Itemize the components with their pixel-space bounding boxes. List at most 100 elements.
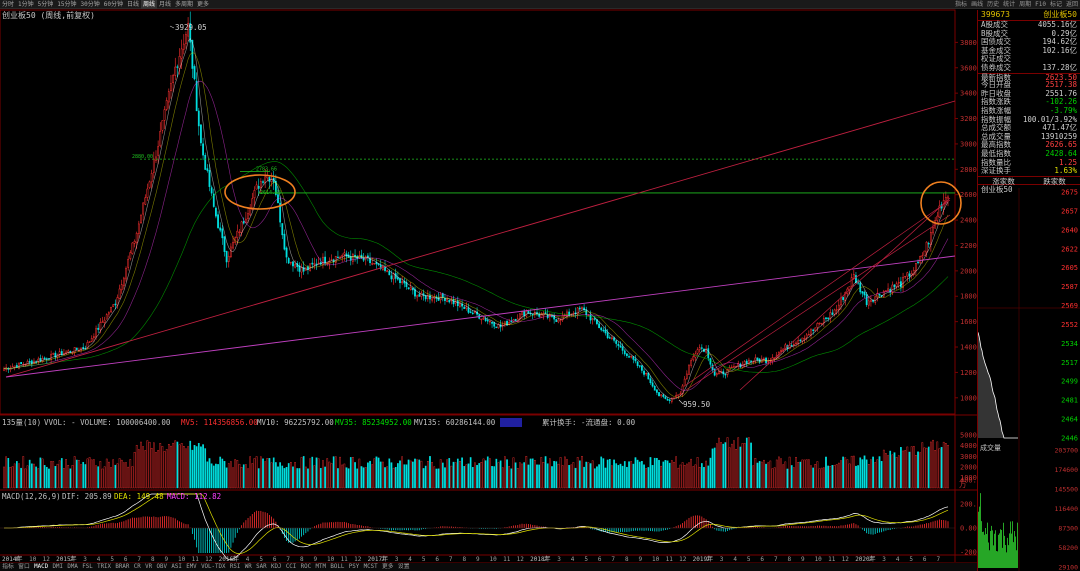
indicator-tab-6[interactable]: TRIX: [95, 563, 113, 571]
candle-body: [219, 227, 222, 231]
indicator-tab-24[interactable]: 更多: [380, 563, 396, 571]
candle-body: [908, 273, 911, 277]
volume-bar: [769, 460, 772, 489]
volume-bar: [5, 456, 7, 489]
candle-body: [125, 268, 127, 280]
candle-body: [927, 243, 930, 245]
toolbar-button-3[interactable]: 统计: [1001, 0, 1017, 9]
candle-body: [471, 312, 474, 315]
volume-bar: [45, 466, 48, 489]
volume-bar: [182, 446, 185, 489]
tab-decliners[interactable]: 跌家数: [1029, 177, 1080, 186]
candle-body: [206, 168, 209, 171]
volume-bar: [647, 467, 650, 489]
y-axis-label: 1600: [960, 318, 977, 326]
volume-bar: [296, 468, 299, 489]
candle-body: [685, 373, 688, 379]
candle-body: [718, 371, 720, 374]
indicator-tab-16[interactable]: SAR: [254, 563, 269, 571]
volume-bar: [947, 445, 949, 489]
macd-indicator-label: DIF: 205.89: [62, 492, 112, 501]
volume-bar: [842, 456, 844, 489]
volume-bar: [377, 457, 380, 489]
volume-bar: [3, 466, 5, 489]
volume-indicator-label: MV35: 85234952.00: [335, 418, 412, 427]
toolbar-button-6[interactable]: 标记: [1048, 0, 1064, 9]
candle-body: [110, 307, 112, 313]
volume-bar: [99, 461, 102, 489]
candle-body: [581, 306, 583, 310]
volume-bar: [527, 464, 530, 489]
volume-bar: [356, 468, 359, 489]
volume-bar: [195, 446, 198, 489]
volume-bar: [782, 464, 785, 489]
candle-body: [135, 233, 138, 243]
indicator-tab-19[interactable]: ROC: [298, 563, 313, 571]
toolbar-button-2[interactable]: 历史: [985, 0, 1001, 9]
volume-bar: [876, 459, 879, 489]
candle-body: [638, 365, 641, 367]
candle-body: [606, 332, 609, 338]
candle-body: [677, 394, 680, 397]
indicator-tab-7[interactable]: BRAR: [113, 563, 131, 571]
quote-value: 1.63%: [1054, 166, 1077, 176]
volume-bar: [304, 466, 307, 489]
indicator-tab-4[interactable]: DMA: [65, 563, 80, 571]
tab-advancers[interactable]: 涨家数: [978, 177, 1029, 186]
indicator-tab-14[interactable]: RSI: [228, 563, 243, 571]
toolbar-button-5[interactable]: F10: [1033, 0, 1048, 9]
indicator-tab-1[interactable]: 窗口: [16, 563, 32, 571]
indicator-tab-18[interactable]: CCI: [284, 563, 299, 571]
indicator-tab-15[interactable]: WR: [243, 563, 254, 571]
indicator-tab-9[interactable]: VR: [143, 563, 154, 571]
candle-body: [172, 75, 174, 83]
volume-bar: [249, 456, 252, 489]
toolbar-button-7[interactable]: 返回: [1064, 0, 1080, 9]
candle-body: [407, 287, 410, 289]
indicator-tab-13[interactable]: VOL-TDX: [199, 563, 228, 571]
volume-bar: [619, 463, 622, 489]
volume-bar: [696, 457, 699, 489]
indicator-tab-3[interactable]: DMI: [50, 563, 65, 571]
volume-bar: [805, 459, 808, 489]
kline-chart[interactable]: 3800 3600 3400 3200 3000 2800 2600 2400 2200 2000…: [0, 0, 977, 562]
candle-body: [93, 336, 95, 339]
volume-bar: [703, 466, 705, 489]
indicator-tab-20[interactable]: MTM: [313, 563, 328, 571]
candle-body: [611, 337, 613, 339]
candle-body: [486, 320, 489, 322]
volume-bar: [506, 459, 508, 489]
volume-bar: [602, 458, 605, 489]
indicator-tab-22[interactable]: PSY: [347, 563, 362, 571]
indicator-tab-5[interactable]: FSL: [80, 563, 95, 571]
candle-body: [690, 360, 693, 366]
indicator-tab-0[interactable]: 指标: [0, 563, 16, 571]
high-pointer: [169, 25, 175, 29]
indicator-tab-17[interactable]: KDJ: [269, 563, 284, 571]
volume-bar: [583, 466, 585, 489]
indicator-tab-23[interactable]: MCST: [361, 563, 379, 571]
candle-body: [13, 365, 16, 368]
candle-body: [792, 343, 795, 346]
volume-bar: [467, 463, 470, 489]
toolbar-button-4[interactable]: 周期: [1017, 0, 1033, 9]
indicator-tab-21[interactable]: BOLL: [328, 563, 346, 571]
candle-body: [388, 271, 391, 276]
indicator-tab-8[interactable]: CR: [132, 563, 143, 571]
candle-body: [531, 313, 534, 316]
indicator-tab-12[interactable]: EMV: [184, 563, 199, 571]
indicator-tab-25[interactable]: 设置: [396, 563, 412, 571]
volume-bar: [172, 442, 174, 489]
x-axis-label: 2020年: [855, 555, 875, 562]
mini-price-label: 2569: [1061, 302, 1078, 310]
candle-body: [163, 109, 166, 121]
volume-bar: [754, 458, 757, 489]
indicator-tab-11[interactable]: ASI: [169, 563, 184, 571]
volume-axis-label: 2000: [960, 463, 977, 471]
candle-body: [647, 372, 650, 380]
volume-bar: [658, 459, 660, 489]
macd-axis-label: 200.0: [960, 501, 977, 509]
indicator-tab-2[interactable]: MACD: [32, 563, 50, 571]
indicator-tab-10[interactable]: OBV: [154, 563, 169, 571]
candle-body: [467, 307, 470, 313]
